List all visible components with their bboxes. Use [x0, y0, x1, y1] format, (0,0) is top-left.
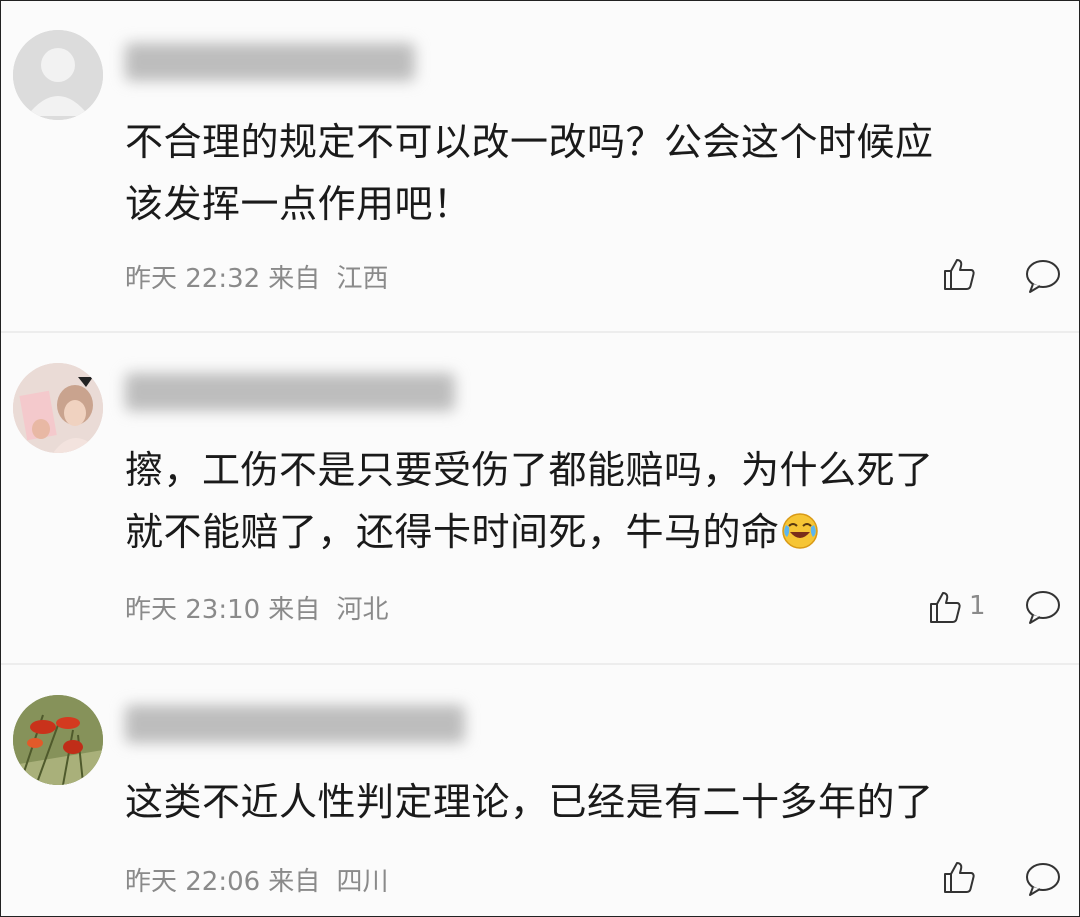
crying-laughing-emoji-icon: [781, 513, 818, 549]
comment-text: 不合理的规定不可以改一改吗？公会这个时候应 该发挥一点作用吧！: [125, 111, 1055, 235]
username-blurred[interactable]: [125, 705, 465, 743]
like-count: 1: [969, 591, 986, 621]
from-label: 来自: [268, 264, 321, 294]
thumbs-up-icon[interactable]: [927, 589, 963, 625]
comment-item: 不合理的规定不可以改一改吗？公会这个时候应 该发挥一点作用吧！ 昨天 22:32…: [1, 1, 1079, 331]
default-person-avatar-icon: [13, 30, 103, 120]
comment-meta: 昨天 22:06 来自 四川: [125, 861, 397, 898]
comment-bubble-icon[interactable]: [1023, 861, 1063, 897]
comment-meta: 昨天 22:32 来自 江西: [125, 258, 397, 295]
comment-text-line: 这类不近人性判定理论，已经是有二十多年的了: [125, 780, 934, 824]
from-label: 来自: [268, 595, 321, 625]
comment-bubble-icon[interactable]: [1023, 589, 1063, 625]
photo-avatar-icon: [13, 363, 103, 453]
comment-time: 昨天 23:10: [125, 595, 261, 625]
avatar[interactable]: [13, 695, 103, 785]
comment-bubble-icon[interactable]: [1023, 258, 1063, 294]
comment-time: 昨天 22:32: [125, 264, 261, 294]
username-blurred[interactable]: [125, 373, 455, 411]
comment-text-line: 擦，工伤不是只要受伤了都能赔吗，为什么死了: [125, 448, 934, 492]
flower-avatar-icon: [13, 695, 103, 785]
comment-text-segment: 就不能赔了，还得卡时间死，牛马的命: [125, 510, 780, 554]
comment-text-line: 该发挥一点作用吧！: [125, 182, 472, 226]
comment-location: 河北: [336, 595, 389, 625]
thumbs-up-icon[interactable]: [941, 859, 977, 895]
comment-location: 江西: [336, 264, 389, 294]
comment-text: 擦，工伤不是只要受伤了都能赔吗，为什么死了 就不能赔了，还得卡时间死，牛马的命: [125, 439, 1055, 563]
comment-text: 这类不近人性判定理论，已经是有二十多年的了: [125, 771, 1055, 833]
comment-meta: 昨天 23:10 来自 河北: [125, 589, 397, 626]
comments-panel: 不合理的规定不可以改一改吗？公会这个时候应 该发挥一点作用吧！ 昨天 22:32…: [0, 0, 1080, 917]
from-label: 来自: [268, 867, 321, 897]
avatar[interactable]: [13, 30, 103, 120]
comment-location: 四川: [336, 867, 389, 897]
avatar[interactable]: [13, 363, 103, 453]
comment-text-line: 不合理的规定不可以改一改吗？公会这个时候应: [125, 120, 934, 164]
comment-item: 擦，工伤不是只要受伤了都能赔吗，为什么死了 就不能赔了，还得卡时间死，牛马的命 …: [1, 333, 1079, 663]
comment-text-line: 就不能赔了，还得卡时间死，牛马的命: [125, 501, 1055, 563]
username-blurred[interactable]: [125, 43, 415, 81]
thumbs-up-icon[interactable]: [941, 256, 977, 292]
comment-time: 昨天 22:06: [125, 867, 261, 897]
comment-item: 这类不近人性判定理论，已经是有二十多年的了 昨天 22:06 来自 四川: [1, 665, 1079, 916]
